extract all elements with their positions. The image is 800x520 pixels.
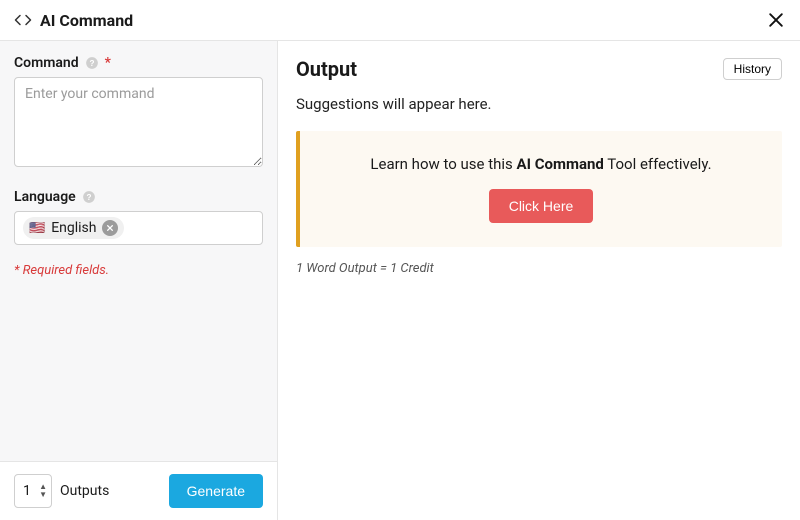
tip-bold: AI Command bbox=[517, 155, 604, 173]
tip-suffix: Tool effectively. bbox=[604, 155, 712, 173]
header-bar: AI Command bbox=[0, 0, 800, 41]
language-chip: 🇺🇸 English bbox=[23, 217, 124, 239]
close-icon[interactable] bbox=[766, 10, 786, 30]
header-left: AI Command bbox=[14, 11, 133, 30]
command-input[interactable] bbox=[14, 77, 263, 167]
outputs-group: 1 ▲ ▼ Outputs bbox=[14, 474, 109, 508]
sidebar-inner: Command ? * Language ? bbox=[0, 41, 277, 461]
chevron-down-icon[interactable]: ▼ bbox=[39, 491, 47, 499]
required-note: * Required fields. bbox=[14, 263, 263, 278]
tip-box: Learn how to use this AI Command Tool ef… bbox=[296, 131, 782, 247]
header-title: AI Command bbox=[40, 11, 133, 30]
language-select[interactable]: 🇺🇸 English bbox=[14, 211, 263, 245]
app-root: AI Command Command ? * bbox=[0, 0, 800, 520]
output-title: Output bbox=[296, 57, 357, 81]
language-chip-label: English bbox=[51, 220, 96, 236]
history-button[interactable]: History bbox=[723, 58, 782, 80]
body: Command ? * Language ? bbox=[0, 41, 800, 520]
command-field: Command ? * bbox=[14, 55, 263, 171]
language-label-row: Language ? bbox=[14, 189, 263, 205]
tip-prefix: Learn how to use this bbox=[370, 155, 516, 173]
outputs-stepper[interactable]: 1 ▲ ▼ bbox=[14, 474, 52, 508]
language-field: Language ? 🇺🇸 English bbox=[14, 189, 263, 245]
outputs-value: 1 bbox=[23, 483, 31, 499]
command-label-row: Command ? * bbox=[14, 55, 263, 71]
svg-text:?: ? bbox=[86, 193, 91, 202]
flag-icon: 🇺🇸 bbox=[29, 221, 45, 236]
credit-note: 1 Word Output = 1 Credit bbox=[296, 261, 782, 276]
tip-text: Learn how to use this AI Command Tool ef… bbox=[320, 155, 762, 173]
svg-text:?: ? bbox=[89, 59, 94, 68]
chip-remove-icon[interactable] bbox=[102, 220, 118, 236]
required-star: * bbox=[105, 55, 111, 71]
language-label: Language bbox=[14, 189, 76, 205]
main-panel: Output History Suggestions will appear h… bbox=[278, 41, 800, 520]
main-header: Output History bbox=[296, 57, 782, 81]
help-icon[interactable]: ? bbox=[82, 190, 96, 204]
generate-button[interactable]: Generate bbox=[169, 474, 263, 508]
click-here-button[interactable]: Click Here bbox=[489, 189, 594, 223]
sidebar: Command ? * Language ? bbox=[0, 41, 278, 520]
output-placeholder: Suggestions will appear here. bbox=[296, 95, 782, 113]
stepper-arrows: ▲ ▼ bbox=[39, 483, 47, 499]
command-label: Command bbox=[14, 55, 79, 71]
sidebar-footer: 1 ▲ ▼ Outputs Generate bbox=[0, 461, 277, 520]
code-icon bbox=[14, 11, 32, 29]
outputs-label: Outputs bbox=[60, 483, 109, 499]
help-icon[interactable]: ? bbox=[85, 56, 99, 70]
